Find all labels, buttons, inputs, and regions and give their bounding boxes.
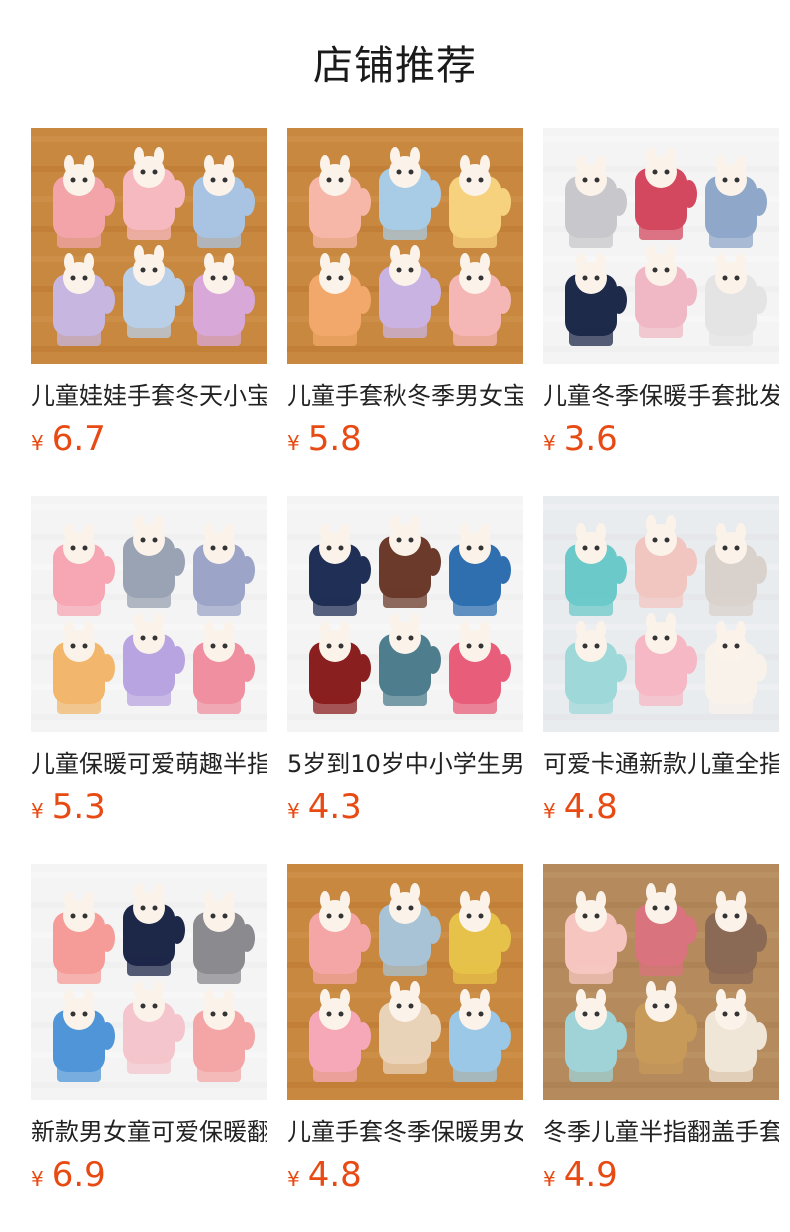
price-value: 4.9 xyxy=(563,1155,618,1195)
price-row: ¥5.3 xyxy=(31,785,267,829)
product-photo xyxy=(31,128,267,364)
product-card[interactable]: 儿童娃娃手套冬天小宝宝 ¥6.7 xyxy=(31,128,267,496)
product-photo xyxy=(31,864,267,1100)
price-row: ¥6.9 xyxy=(31,1153,267,1197)
product-photo xyxy=(287,496,523,732)
product-photo xyxy=(31,496,267,732)
price-value: 5.3 xyxy=(51,787,106,827)
price-value: 5.8 xyxy=(307,419,362,459)
product-photo xyxy=(543,864,779,1100)
knit-five-finger-gloves-image[interactable] xyxy=(543,128,779,364)
product-grid: 儿童娃娃手套冬天小宝宝 ¥6.7 儿童手套秋冬季男女宝宝 ¥5.8 儿童冬季保暖手套批发… xyxy=(31,128,790,1232)
product-card[interactable]: 儿童手套秋冬季男女宝宝 ¥5.8 xyxy=(287,128,523,496)
kids-character-gloves-image[interactable] xyxy=(31,128,267,364)
price-value: 4.8 xyxy=(563,787,618,827)
owl-fingerless-gloves-image[interactable] xyxy=(543,864,779,1100)
currency-symbol: ¥ xyxy=(543,1167,556,1191)
kitty-knit-gloves-image[interactable] xyxy=(543,496,779,732)
currency-symbol: ¥ xyxy=(287,1167,300,1191)
price-row: ¥5.8 xyxy=(287,417,523,461)
price-value: 4.3 xyxy=(307,787,362,827)
currency-symbol: ¥ xyxy=(287,431,300,455)
fox-half-finger-gloves-image[interactable] xyxy=(31,496,267,732)
product-card[interactable]: 儿童保暖可爱萌趣半指 ¥5.3 xyxy=(31,496,267,864)
currency-symbol: ¥ xyxy=(31,799,44,823)
page-title: 店铺推荐 xyxy=(313,43,477,89)
product-title[interactable]: 儿童娃娃手套冬天小宝宝 xyxy=(31,379,267,413)
bunny-flip-mittens-image[interactable] xyxy=(287,128,523,364)
currency-symbol: ¥ xyxy=(287,799,300,823)
price-row: ¥4.3 xyxy=(287,785,523,829)
product-photo xyxy=(287,864,523,1100)
price-value: 4.8 xyxy=(307,1155,362,1195)
animal-flip-mittens-image[interactable] xyxy=(31,864,267,1100)
product-title[interactable]: 儿童手套冬季保暖男女 xyxy=(287,1115,523,1149)
price-value: 6.9 xyxy=(51,1155,106,1195)
product-title[interactable]: 冬季儿童半指翻盖手套 xyxy=(543,1115,779,1149)
product-card[interactable]: 儿童手套冬季保暖男女 ¥4.8 xyxy=(287,864,523,1232)
product-title[interactable]: 儿童保暖可爱萌趣半指 xyxy=(31,747,267,781)
product-title[interactable]: 儿童手套秋冬季男女宝宝 xyxy=(287,379,523,413)
currency-symbol: ¥ xyxy=(543,431,556,455)
product-photo xyxy=(287,128,523,364)
price-row: ¥4.8 xyxy=(287,1153,523,1197)
currency-symbol: ¥ xyxy=(543,799,556,823)
currency-symbol: ¥ xyxy=(31,1167,44,1191)
product-title[interactable]: 5岁到10岁中小学生男女 xyxy=(287,747,523,781)
product-card[interactable]: 冬季儿童半指翻盖手套 ¥4.9 xyxy=(543,864,779,1232)
patchwork-flip-gloves-image[interactable] xyxy=(287,496,523,732)
product-photo xyxy=(543,128,779,364)
price-value: 6.7 xyxy=(51,419,106,459)
price-row: ¥4.8 xyxy=(543,785,779,829)
price-value: 3.6 xyxy=(563,419,618,459)
bunny-convertible-gloves-image[interactable] xyxy=(287,864,523,1100)
product-title[interactable]: 儿童冬季保暖手套批发 xyxy=(543,379,779,413)
product-photo xyxy=(543,496,779,732)
product-card[interactable]: 可爱卡通新款儿童全指 ¥4.8 xyxy=(543,496,779,864)
currency-symbol: ¥ xyxy=(31,431,44,455)
product-card[interactable]: 5岁到10岁中小学生男女 ¥4.3 xyxy=(287,496,523,864)
product-title[interactable]: 可爱卡通新款儿童全指 xyxy=(543,747,779,781)
product-title[interactable]: 新款男女童可爱保暖翻盖 xyxy=(31,1115,267,1149)
product-card[interactable]: 新款男女童可爱保暖翻盖 ¥6.9 xyxy=(31,864,267,1232)
price-row: ¥4.9 xyxy=(543,1153,779,1197)
price-row: ¥3.6 xyxy=(543,417,779,461)
product-card[interactable]: 儿童冬季保暖手套批发 ¥3.6 xyxy=(543,128,779,496)
price-row: ¥6.7 xyxy=(31,417,267,461)
